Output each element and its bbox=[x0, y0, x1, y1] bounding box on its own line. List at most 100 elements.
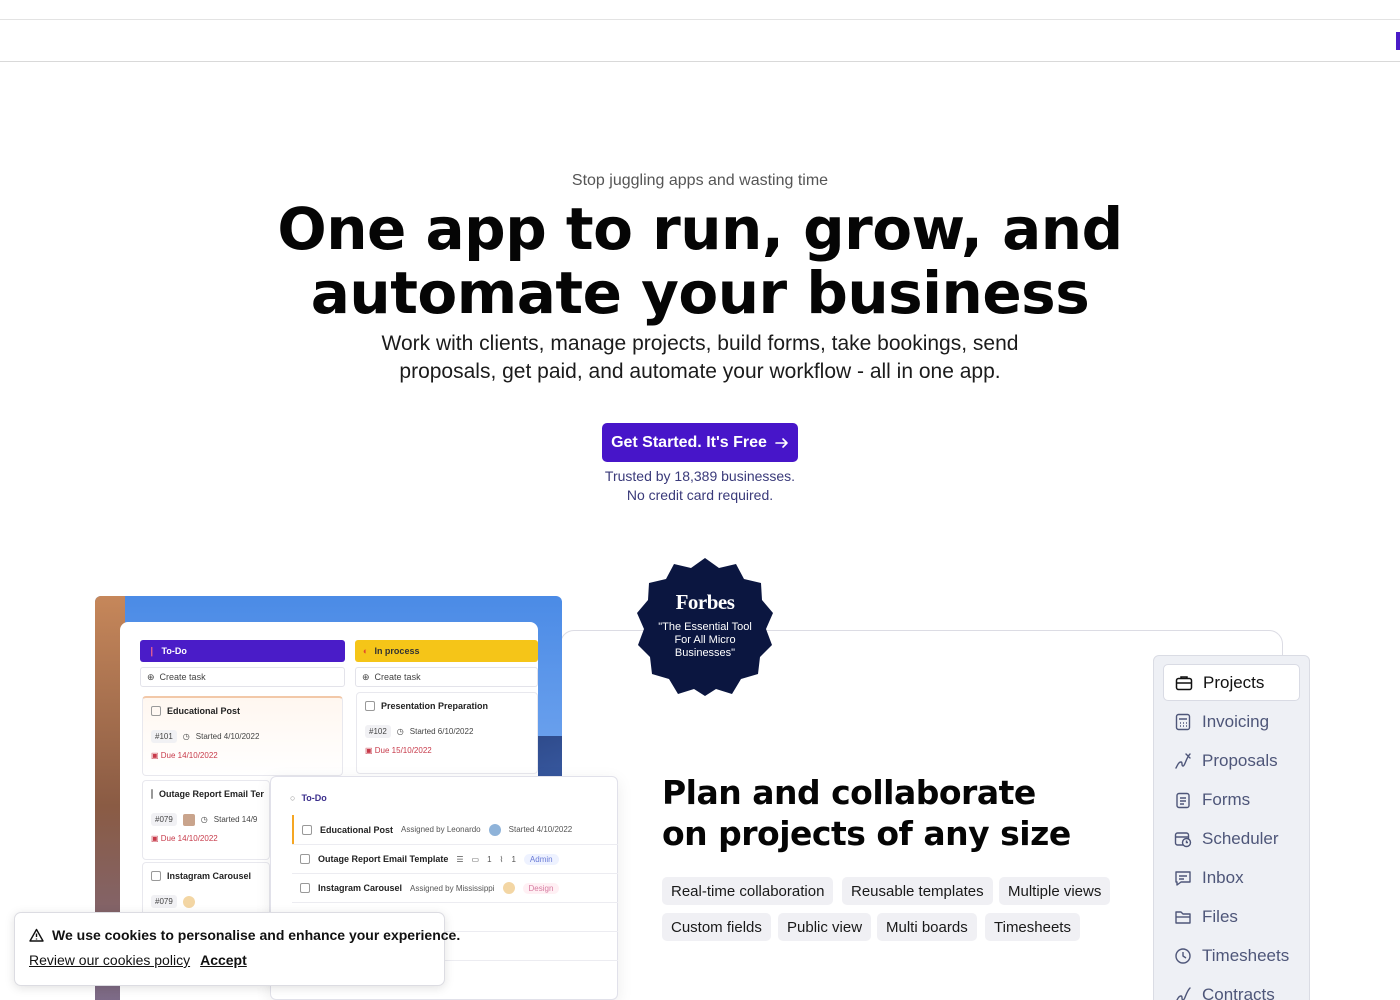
subtitle-line-1: Work with clients, manage projects, buil… bbox=[381, 332, 1019, 355]
forbes-quote: "The Essential Tool For All Micro Busine… bbox=[658, 621, 752, 659]
headline-line-1: One app to run, grow, and bbox=[277, 195, 1123, 263]
comment-count: 1 bbox=[487, 854, 492, 864]
sidenav-item-scheduler[interactable]: Scheduler bbox=[1163, 820, 1300, 857]
avatar bbox=[488, 823, 501, 836]
trust-note: Trusted by 18,389 businesses. No credit … bbox=[0, 467, 1400, 505]
sidenav-label: Forms bbox=[1202, 789, 1251, 809]
process-marker-icon: ◐ bbox=[363, 646, 369, 656]
row-checkbox[interactable] bbox=[300, 854, 310, 864]
clock-icon: ◷ bbox=[396, 727, 404, 736]
sidenav-item-files[interactable]: Files bbox=[1163, 898, 1300, 935]
sidenav-item-invoicing[interactable]: Invoicing bbox=[1163, 703, 1300, 740]
list-row[interactable]: Instagram Carousel Assigned by Mississip… bbox=[292, 873, 618, 902]
create-task-button-process[interactable]: ⊕ Create task bbox=[355, 667, 538, 687]
plus-circle-icon: ⊕ bbox=[362, 671, 370, 682]
attachment-icon: ⌇ bbox=[499, 854, 504, 864]
row-assigned: Assigned by Leonardo bbox=[401, 825, 481, 834]
calculator-icon bbox=[1175, 713, 1191, 730]
trust-line-1: Trusted by 18,389 businesses. bbox=[604, 468, 796, 484]
cookie-accept-button[interactable]: Accept bbox=[200, 952, 247, 968]
column-todo-header: ❘ To-Do bbox=[140, 640, 345, 662]
task-due: Due 14/10/2022 bbox=[160, 834, 218, 843]
create-task-label: Create task bbox=[159, 672, 206, 682]
task-started: Started 14/9 bbox=[213, 815, 258, 824]
task-checkbox[interactable] bbox=[365, 701, 375, 711]
row-tag: Admin bbox=[523, 853, 559, 865]
sidenav-item-inbox[interactable]: Inbox bbox=[1163, 859, 1300, 896]
task-due: Due 15/10/2022 bbox=[374, 746, 432, 755]
task-card[interactable]: Outage Report Email Ter #079 ◷ Started 14/… bbox=[142, 780, 270, 860]
get-started-button[interactable]: Get Started. It's Free bbox=[602, 423, 798, 462]
task-title: Presentation Preparation bbox=[381, 701, 489, 711]
chat-icon bbox=[1175, 870, 1191, 886]
sidenav-item-contracts[interactable]: Contracts bbox=[1163, 976, 1300, 1000]
sidenav-label: Contracts bbox=[1202, 984, 1275, 1000]
clock-icon: ◷ bbox=[200, 815, 208, 824]
cookie-message: We use cookies to personalise and enhanc… bbox=[29, 927, 460, 943]
create-task-button-todo[interactable]: ⊕ Create task bbox=[140, 667, 345, 687]
hero-subtitle: Work with clients, manage projects, buil… bbox=[350, 330, 1050, 386]
todo-marker-icon: ❘ bbox=[148, 645, 156, 656]
task-checkbox[interactable] bbox=[151, 706, 161, 716]
list-row[interactable]: Outage Report Email Template ☰ ▭ 1 ⌇ 1 Adm… bbox=[292, 844, 618, 873]
pen-icon bbox=[1175, 752, 1191, 769]
feature-chip: Real-time collaboration bbox=[662, 877, 834, 905]
sidenav-item-timesheets[interactable]: Timesheets bbox=[1163, 937, 1300, 974]
row-title: Educational Post bbox=[320, 824, 394, 835]
sidenav-label: Invoicing bbox=[1202, 711, 1270, 731]
task-card[interactable]: Presentation Preparation #102 ◷ Started 6/… bbox=[356, 692, 538, 774]
clock-icon: ◷ bbox=[182, 732, 190, 741]
sidenav-item-forms[interactable]: Forms bbox=[1163, 781, 1300, 818]
task-due: Due 14/10/2022 bbox=[160, 751, 218, 760]
row-checkbox[interactable] bbox=[300, 883, 310, 893]
column-process-label: In process bbox=[374, 646, 420, 656]
task-card[interactable]: Educational Post #101 ◷ Started 4/10/2022 … bbox=[142, 696, 343, 776]
folder-icon bbox=[1175, 910, 1191, 924]
feature-chip: Multi boards bbox=[877, 913, 977, 941]
row-started: Started 4/10/2022 bbox=[508, 825, 573, 834]
trust-line-2: No credit card required. bbox=[626, 487, 774, 503]
avatar bbox=[182, 813, 195, 826]
column-todo-label: To-Do bbox=[161, 646, 187, 656]
feature-chip: Timesheets bbox=[985, 913, 1080, 941]
clipboard-icon bbox=[1176, 792, 1190, 808]
sidenav-label: Timesheets bbox=[1202, 945, 1290, 965]
cta-label: Get Started. It's Free bbox=[611, 433, 767, 451]
list-row[interactable]: Educational Post Assigned by Leonardo St… bbox=[292, 815, 618, 844]
arrow-right-icon bbox=[775, 437, 788, 448]
row-title: Instagram Carousel bbox=[318, 883, 403, 893]
sidenav-label: Projects bbox=[1203, 672, 1265, 692]
row-checkbox[interactable] bbox=[302, 824, 312, 835]
comment-icon: ▭ bbox=[471, 854, 480, 864]
cookie-banner bbox=[14, 912, 445, 986]
avatar bbox=[502, 882, 515, 894]
sidenav-label: Files bbox=[1202, 906, 1238, 926]
task-checkbox[interactable] bbox=[151, 871, 161, 881]
headline-line-2: automate your business bbox=[310, 259, 1090, 327]
calendar-icon: ▣ bbox=[151, 751, 161, 760]
sidenav-item-projects[interactable]: Projects bbox=[1163, 664, 1300, 701]
clock-icon bbox=[1175, 947, 1191, 964]
top-nav-bar bbox=[0, 19, 1400, 62]
cookie-policy-link[interactable]: Review our cookies policy bbox=[29, 952, 190, 968]
calendar-clock-icon bbox=[1174, 831, 1192, 847]
task-id: #079 bbox=[151, 895, 177, 908]
attachment-count: 1 bbox=[511, 854, 516, 864]
circle-icon: ○ bbox=[290, 793, 296, 803]
feature-chip: Reusable templates bbox=[842, 877, 993, 905]
calendar-icon: ▣ bbox=[151, 834, 161, 843]
subtasks-icon: ☰ bbox=[456, 854, 464, 864]
task-started: Started 4/10/2022 bbox=[195, 732, 260, 741]
briefcase-icon bbox=[1175, 675, 1193, 690]
sidenav-label: Proposals bbox=[1202, 750, 1278, 770]
avatar bbox=[182, 895, 195, 908]
cookie-message-text: We use cookies to personalise and enhanc… bbox=[52, 927, 461, 943]
sidenav-label: Scheduler bbox=[1202, 828, 1279, 848]
sidenav-label: Inbox bbox=[1202, 867, 1244, 887]
forbes-badge-text: Forbes "The Essential Tool For All Micro… bbox=[636, 590, 774, 660]
sidenav-item-proposals[interactable]: Proposals bbox=[1163, 742, 1300, 779]
task-checkbox[interactable] bbox=[151, 789, 153, 799]
column-process-header: ◐ In process bbox=[355, 640, 538, 662]
subtitle-line-2: proposals, get paid, and automate your w… bbox=[399, 360, 1001, 383]
nav-menu-button-edge[interactable] bbox=[1396, 32, 1400, 50]
